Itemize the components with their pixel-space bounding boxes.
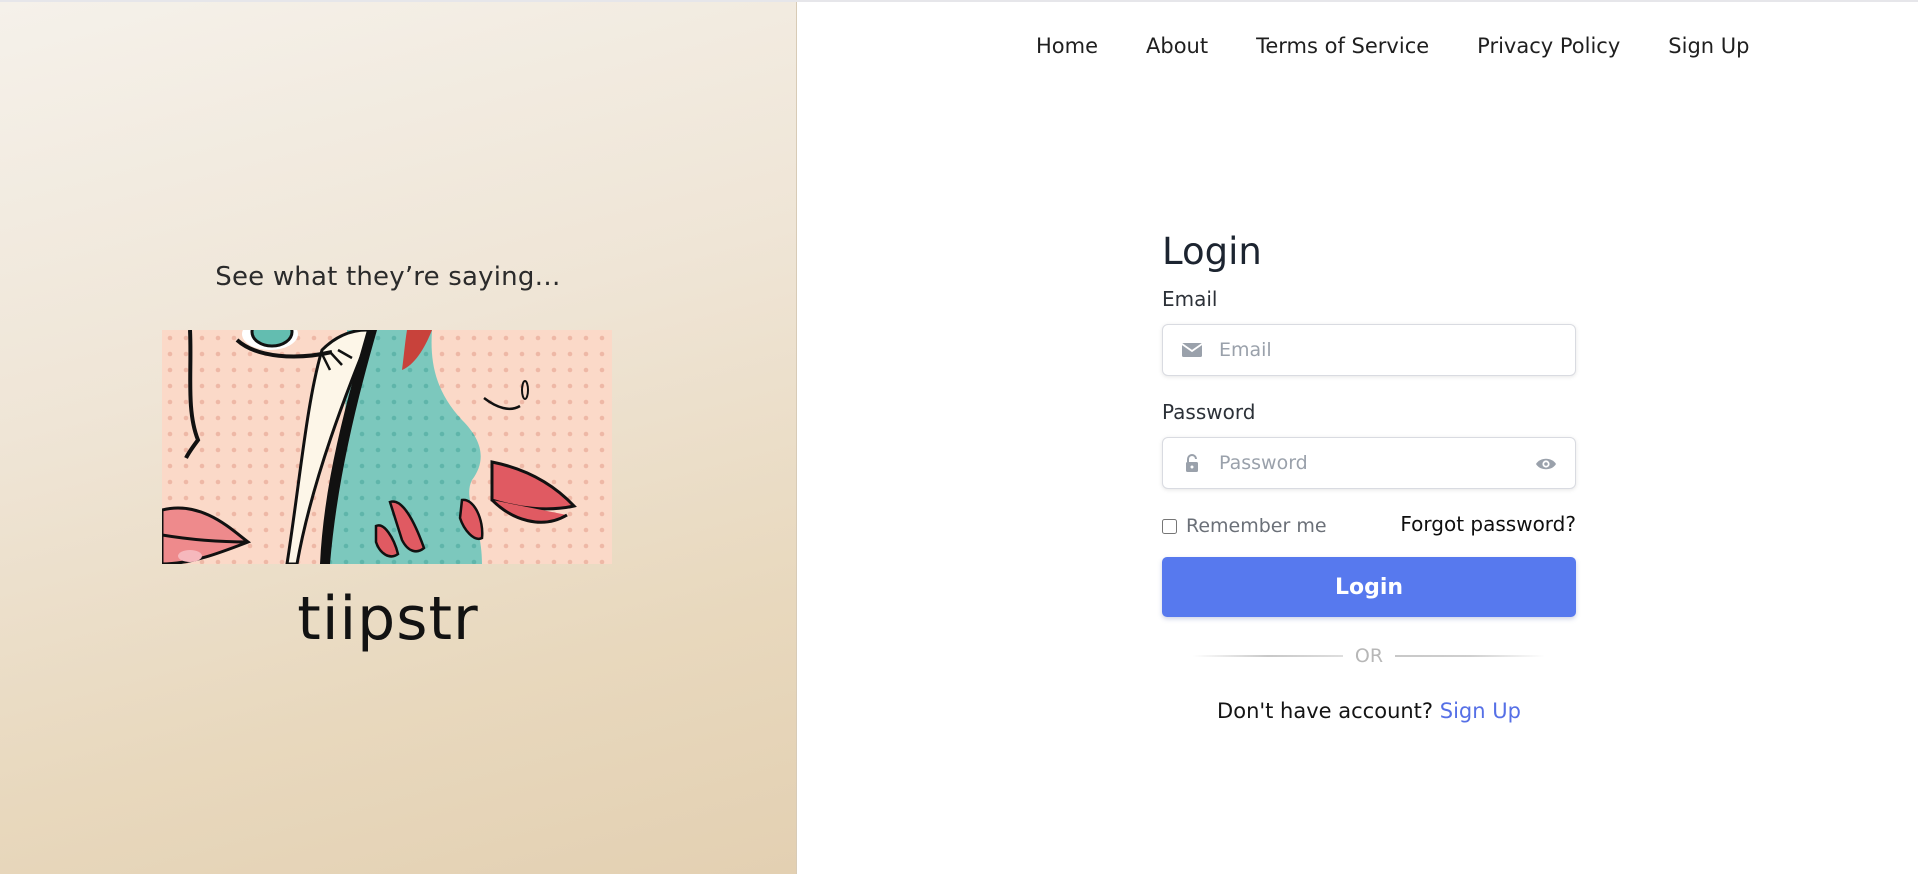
nav-link-home[interactable]: Home — [1012, 34, 1122, 58]
remember-me[interactable]: Remember me — [1162, 515, 1327, 537]
remember-me-label: Remember me — [1186, 515, 1327, 537]
eye-icon[interactable] — [1535, 454, 1557, 474]
lock-icon — [1186, 454, 1198, 472]
envelope-icon — [1181, 343, 1203, 357]
login-form: Login Email Password Remember me Forgot … — [1162, 230, 1576, 723]
top-nav: Home About Terms of Service Privacy Poli… — [1012, 34, 1773, 58]
tagline: See what they’re saying… — [215, 262, 561, 292]
brand-logo: tiipstr — [297, 584, 479, 654]
signup-link[interactable]: Sign Up — [1440, 699, 1521, 723]
no-account-text: Don't have account? — [1217, 699, 1434, 723]
password-field-wrapper — [1162, 437, 1576, 489]
hero-illustration — [162, 330, 612, 564]
remember-me-checkbox[interactable] — [1162, 518, 1177, 534]
forgot-password-link[interactable]: Forgot password? — [1400, 512, 1576, 536]
nav-link-about[interactable]: About — [1122, 34, 1232, 58]
email-input[interactable] — [1219, 325, 1539, 375]
login-button[interactable]: Login — [1162, 557, 1576, 617]
login-title: Login — [1162, 230, 1262, 273]
nav-link-terms[interactable]: Terms of Service — [1232, 34, 1453, 58]
password-label: Password — [1162, 400, 1256, 424]
email-label: Email — [1162, 287, 1218, 311]
login-options-row: Remember me Forgot password? — [1162, 511, 1576, 537]
signup-prompt: Don't have account? Sign Up — [1162, 699, 1576, 723]
or-divider: OR — [1162, 645, 1576, 667]
email-field-wrapper — [1162, 324, 1576, 376]
divider-text: OR — [1354, 645, 1384, 667]
nav-link-signup[interactable]: Sign Up — [1644, 34, 1773, 58]
divider-line-right — [1395, 655, 1546, 657]
password-input[interactable] — [1219, 438, 1539, 488]
left-panel: See what they’re saying… tiipstr — [0, 2, 797, 874]
nav-link-privacy[interactable]: Privacy Policy — [1453, 34, 1644, 58]
divider-line-left — [1192, 655, 1343, 657]
